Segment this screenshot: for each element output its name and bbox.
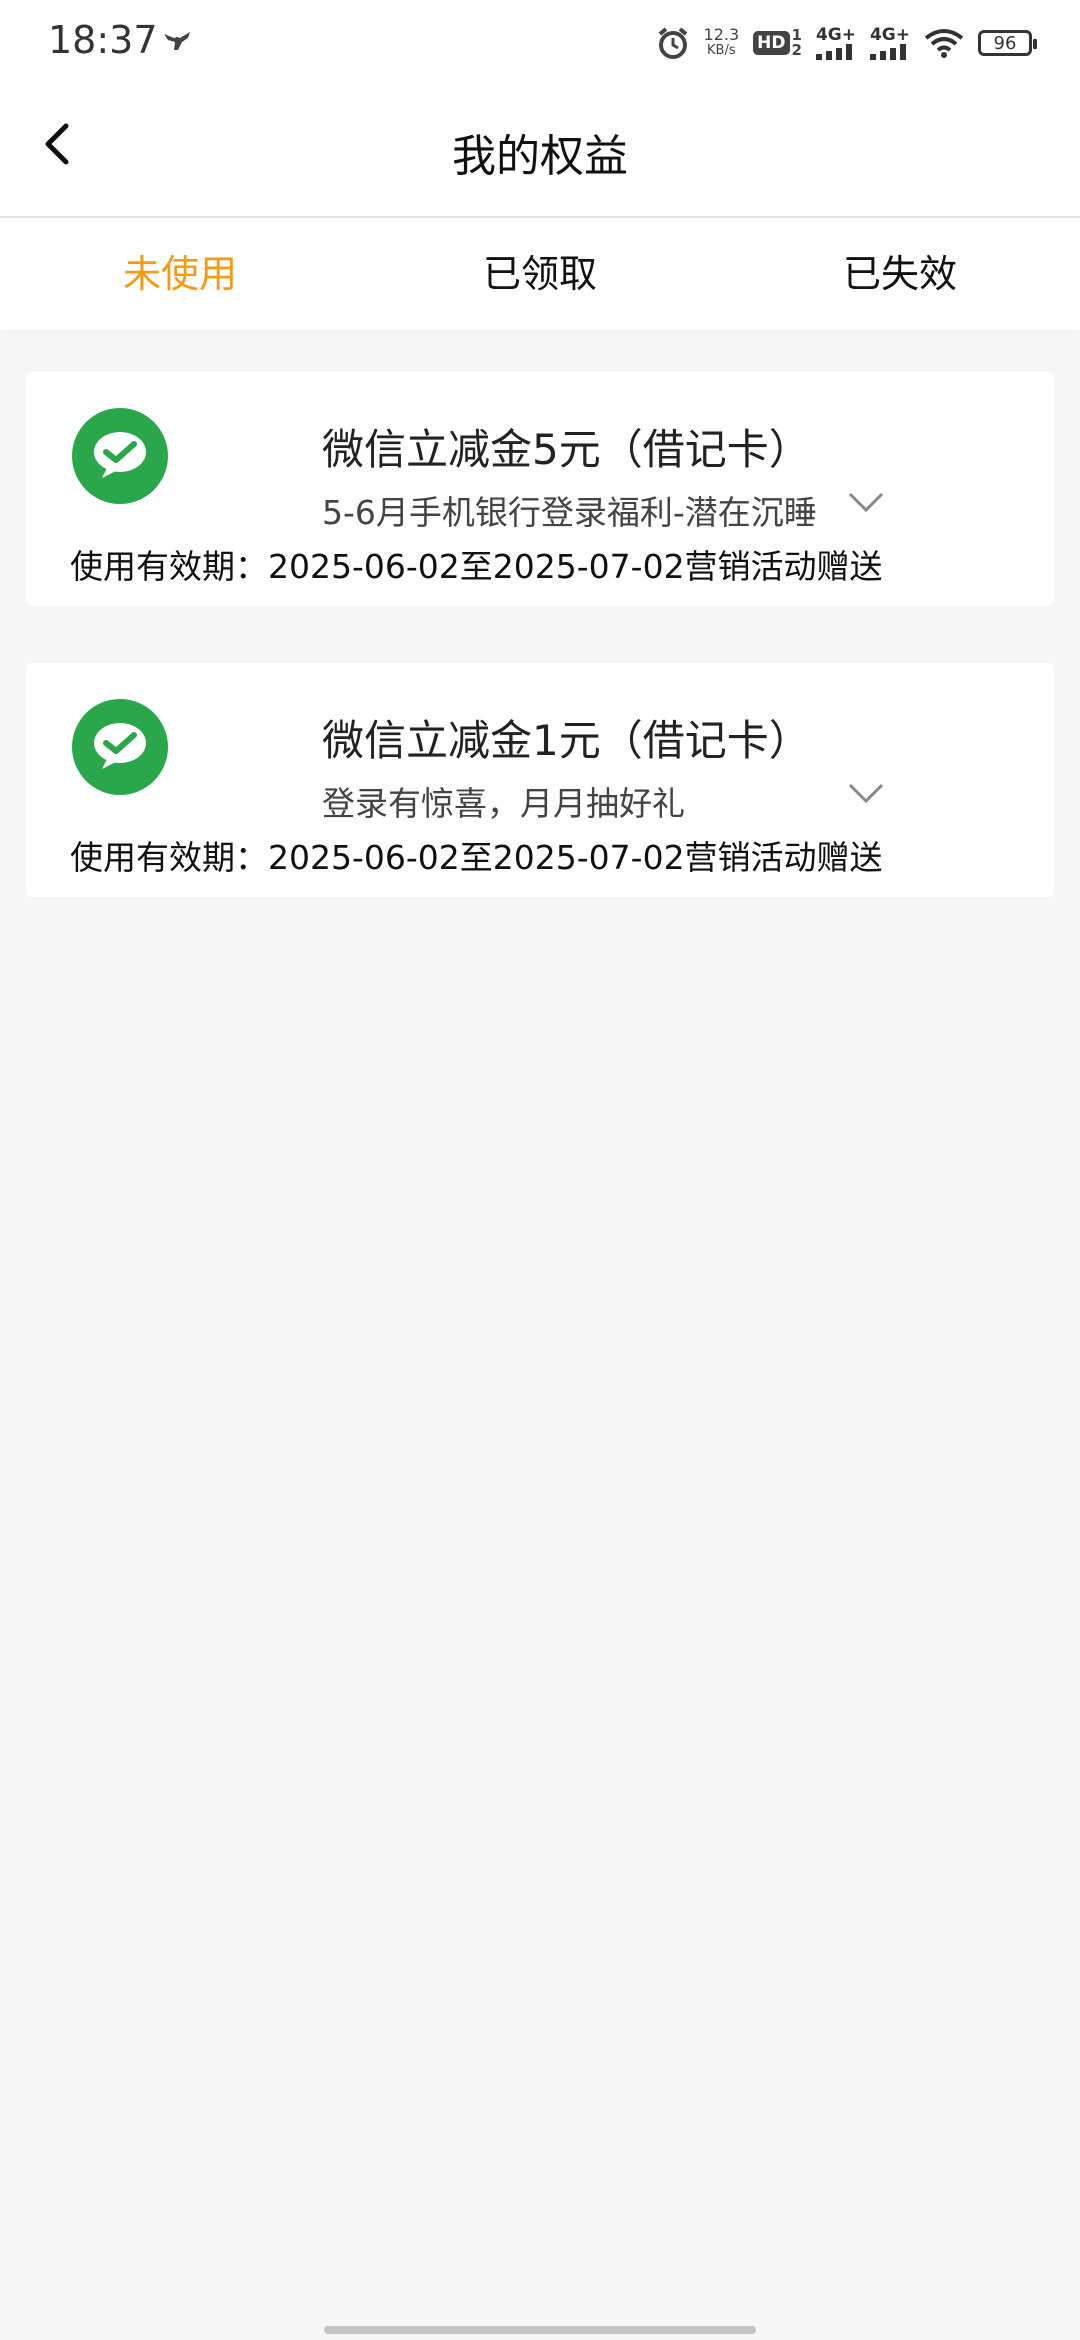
battery-level: 96 (993, 32, 1017, 54)
status-icons: 12.3 KB/s HD 1 2 4G+ 4G+ 96 (656, 18, 1037, 68)
hd-icon: HD (753, 31, 790, 55)
card-subtitle: 5-6月手机银行登录福利-潜在沉睡 (322, 493, 817, 532)
tab-bar: 未使用 已领取 已失效 (0, 218, 1080, 330)
status-time: 18:37 (48, 18, 158, 62)
hd-sim-indicator: HD 1 2 (753, 28, 802, 58)
card-validity: 使用有效期：2025-06-02至2025-07-02营销活动赠送 (70, 547, 883, 586)
card-subtitle: 登录有惊喜，月月抽好礼 (322, 784, 685, 823)
drone-icon (164, 32, 190, 50)
benefit-card[interactable]: 微信立减金5元（借记卡） 5-6月手机银行登录福利-潜在沉睡 使用有效期：202… (26, 372, 1054, 606)
wechat-pay-icon (72, 408, 168, 504)
signal-sim1: 4G+ (816, 26, 856, 60)
tab-unused[interactable]: 未使用 (0, 218, 360, 330)
status-bar: 18:37 12.3 KB/s HD 1 2 4G+ 4G+ 96 (0, 0, 1080, 84)
card-title: 微信立减金5元（借记卡） (322, 425, 811, 474)
wechat-pay-icon (72, 699, 168, 795)
network-speed-value: 12.3 (703, 25, 740, 44)
sim-label-bottom: 2 (791, 41, 802, 59)
network-type-2: 4G+ (869, 25, 910, 45)
battery-icon: 96 (978, 30, 1037, 56)
wifi-icon (924, 29, 964, 58)
tab-claimed[interactable]: 已领取 (360, 218, 720, 330)
alarm-icon (658, 27, 687, 59)
network-type-1: 4G+ (815, 25, 856, 45)
signal-sim2: 4G+ (870, 26, 910, 60)
network-speed-unit: KB/s (707, 43, 736, 58)
header: 我的权益 (0, 84, 1080, 218)
chevron-down-icon[interactable] (846, 781, 886, 807)
signal-bars-icon (869, 44, 906, 60)
benefit-card[interactable]: 微信立减金1元（借记卡） 登录有惊喜，月月抽好礼 使用有效期：2025-06-0… (26, 663, 1054, 897)
card-validity: 使用有效期：2025-06-02至2025-07-02营销活动赠送 (70, 838, 883, 877)
home-indicator[interactable] (324, 2326, 756, 2334)
card-title: 微信立减金1元（借记卡） (322, 716, 811, 765)
chevron-down-icon[interactable] (846, 490, 886, 516)
signal-bars-icon (815, 44, 852, 60)
tab-expired[interactable]: 已失效 (720, 218, 1080, 330)
page-title: 我的权益 (452, 131, 628, 182)
network-speed: 12.3 KB/s (704, 27, 740, 59)
